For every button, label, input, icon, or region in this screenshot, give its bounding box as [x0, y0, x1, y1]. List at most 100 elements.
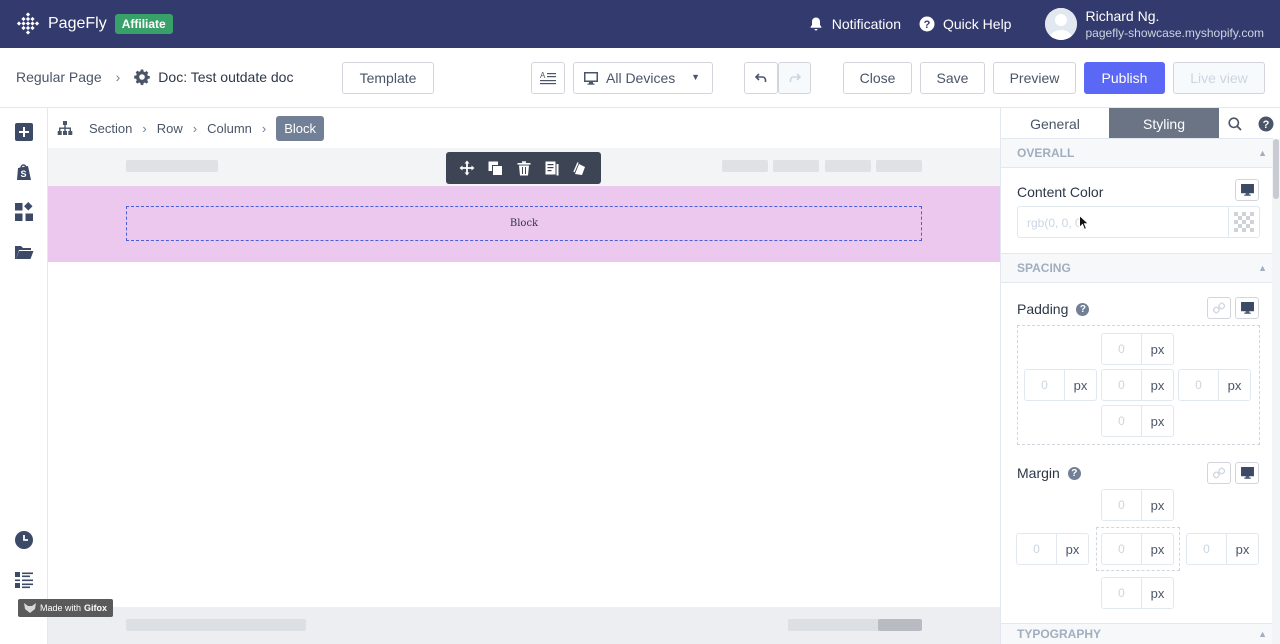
close-button[interactable]: Close: [843, 62, 912, 94]
add-element-icon[interactable]: [14, 122, 34, 142]
padding-top-value[interactable]: 0: [1102, 334, 1142, 364]
margin-center-unit[interactable]: px: [1142, 534, 1173, 564]
doc-title-label: Doc: Test outdate doc: [158, 69, 294, 85]
search-button[interactable]: [1219, 108, 1250, 139]
selected-block[interactable]: Block: [126, 206, 922, 241]
publish-button[interactable]: Publish: [1084, 62, 1165, 94]
quick-help-link[interactable]: ? Quick Help: [919, 16, 1011, 32]
notification-link[interactable]: Notification: [808, 16, 901, 32]
margin-top-value[interactable]: 0: [1102, 490, 1142, 520]
margin-bottom-field[interactable]: 0 px: [1101, 577, 1174, 609]
inspector-panel: General Styling ? OVERALL ▲ Content Colo…: [1000, 108, 1280, 644]
crumb-column[interactable]: Column: [207, 121, 252, 136]
margin-center-value[interactable]: 0: [1102, 534, 1142, 564]
padding-top-field[interactable]: 0 px: [1101, 333, 1174, 365]
padding-center-unit[interactable]: px: [1142, 370, 1173, 400]
device-toggle-button[interactable]: [1235, 297, 1259, 319]
save-snippet-icon[interactable]: [545, 161, 559, 176]
monitor-icon: [1240, 302, 1254, 314]
apps-grid-icon[interactable]: [14, 202, 34, 222]
margin-right-field[interactable]: 0 px: [1186, 533, 1259, 565]
link-values-button[interactable]: [1207, 462, 1231, 484]
margin-text: Margin: [1017, 465, 1060, 481]
folder-icon[interactable]: [14, 242, 34, 262]
margin-top-field[interactable]: 0 px: [1101, 489, 1174, 521]
margin-left-field[interactable]: 0 px: [1016, 533, 1089, 565]
panel-scrollbar[interactable]: [1272, 139, 1280, 644]
padding-top-unit[interactable]: px: [1142, 334, 1173, 364]
margin-right-value[interactable]: 0: [1187, 534, 1227, 564]
spacing-section-header[interactable]: SPACING ▲: [1001, 253, 1273, 283]
caret-up-icon: ▲: [1258, 629, 1267, 639]
padding-right-value[interactable]: 0: [1179, 370, 1219, 400]
template-button[interactable]: Template: [342, 62, 434, 94]
duplicate-icon[interactable]: [488, 161, 504, 176]
sitemap-icon[interactable]: [57, 120, 73, 136]
padding-left-field[interactable]: 0 px: [1024, 369, 1097, 401]
padding-right-unit[interactable]: px: [1219, 370, 1250, 400]
color-swatch[interactable]: [1228, 207, 1259, 237]
tab-styling[interactable]: Styling: [1109, 108, 1219, 139]
doc-title[interactable]: Doc: Test outdate doc: [134, 69, 293, 85]
user-menu[interactable]: Richard Ng. pagefly-showcase.myshopify.c…: [1045, 8, 1264, 40]
undo-button[interactable]: [744, 62, 778, 94]
padding-right-field[interactable]: 0 px: [1178, 369, 1251, 401]
margin-right-unit[interactable]: px: [1227, 534, 1258, 564]
crumb-section[interactable]: Section: [89, 121, 132, 136]
editor-canvas[interactable]: Block: [48, 148, 1000, 644]
tab-general[interactable]: General: [1001, 108, 1109, 139]
template-label: Template: [359, 70, 417, 86]
device-toggle-button[interactable]: [1235, 179, 1259, 201]
redo-button[interactable]: [778, 62, 811, 94]
help-icon[interactable]: ?: [1067, 466, 1081, 480]
link-values-button[interactable]: [1207, 297, 1231, 319]
help-icon[interactable]: ?: [1076, 302, 1090, 316]
margin-bottom-unit[interactable]: px: [1142, 578, 1173, 608]
header-nav-placeholder: [876, 160, 922, 172]
style-brush-icon[interactable]: [572, 161, 588, 176]
overall-section-header[interactable]: OVERALL ▲: [1001, 138, 1273, 168]
padding-bottom-value[interactable]: 0: [1102, 406, 1142, 436]
padding-bottom-field[interactable]: 0 px: [1101, 405, 1174, 437]
save-button[interactable]: Save: [920, 62, 985, 94]
live-view-button[interactable]: Live view: [1173, 62, 1265, 94]
padding-left-value[interactable]: 0: [1025, 370, 1065, 400]
padding-center-field[interactable]: 0 px: [1101, 369, 1174, 401]
device-toggle-button[interactable]: [1235, 462, 1259, 484]
shopify-icon[interactable]: S: [14, 162, 34, 182]
help-button[interactable]: ?: [1250, 108, 1280, 139]
logo[interactable]: PageFly Affiliate: [16, 12, 173, 36]
affiliate-badge[interactable]: Affiliate: [114, 14, 173, 34]
breadcrumb-root[interactable]: Regular Page: [16, 69, 102, 85]
margin-bottom-value[interactable]: 0: [1102, 578, 1142, 608]
content-color-text: Content Color: [1017, 184, 1104, 200]
crumb-row[interactable]: Row: [157, 121, 183, 136]
scrollbar-thumb[interactable]: [1273, 139, 1279, 199]
padding-left-unit[interactable]: px: [1065, 370, 1096, 400]
margin-top-unit[interactable]: px: [1142, 490, 1173, 520]
margin-center-field[interactable]: 0 px: [1101, 533, 1174, 565]
trash-icon[interactable]: [517, 160, 531, 176]
mouse-cursor-icon: [1079, 215, 1089, 231]
margin-left-unit[interactable]: px: [1057, 534, 1088, 564]
canvas-horizontal-scrollbar[interactable]: [48, 607, 1000, 644]
text-align-button[interactable]: A: [531, 62, 565, 94]
scrollbar-thumb[interactable]: [878, 619, 922, 631]
margin-left-value[interactable]: 0: [1017, 534, 1057, 564]
typography-section-header[interactable]: TYPOGRAPHY ▲: [1001, 623, 1273, 644]
move-icon[interactable]: [459, 160, 475, 176]
link-icon: [1213, 302, 1225, 314]
crumb-block[interactable]: Block: [276, 115, 325, 141]
header-logo-placeholder: [126, 160, 218, 172]
padding-bottom-unit[interactable]: px: [1142, 406, 1173, 436]
padding-center-value[interactable]: 0: [1102, 370, 1142, 400]
redo-icon: [789, 73, 801, 82]
device-select[interactable]: All Devices ▼: [573, 62, 713, 94]
padding-text: Padding: [1017, 301, 1069, 317]
history-clock-icon[interactable]: [14, 530, 34, 550]
content-color-input[interactable]: rgb(0, 0, 0): [1017, 206, 1260, 238]
layers-list-icon[interactable]: [14, 570, 34, 590]
preview-button[interactable]: Preview: [993, 62, 1076, 94]
search-icon: [1227, 116, 1242, 131]
page-section[interactable]: Block: [48, 186, 1000, 262]
